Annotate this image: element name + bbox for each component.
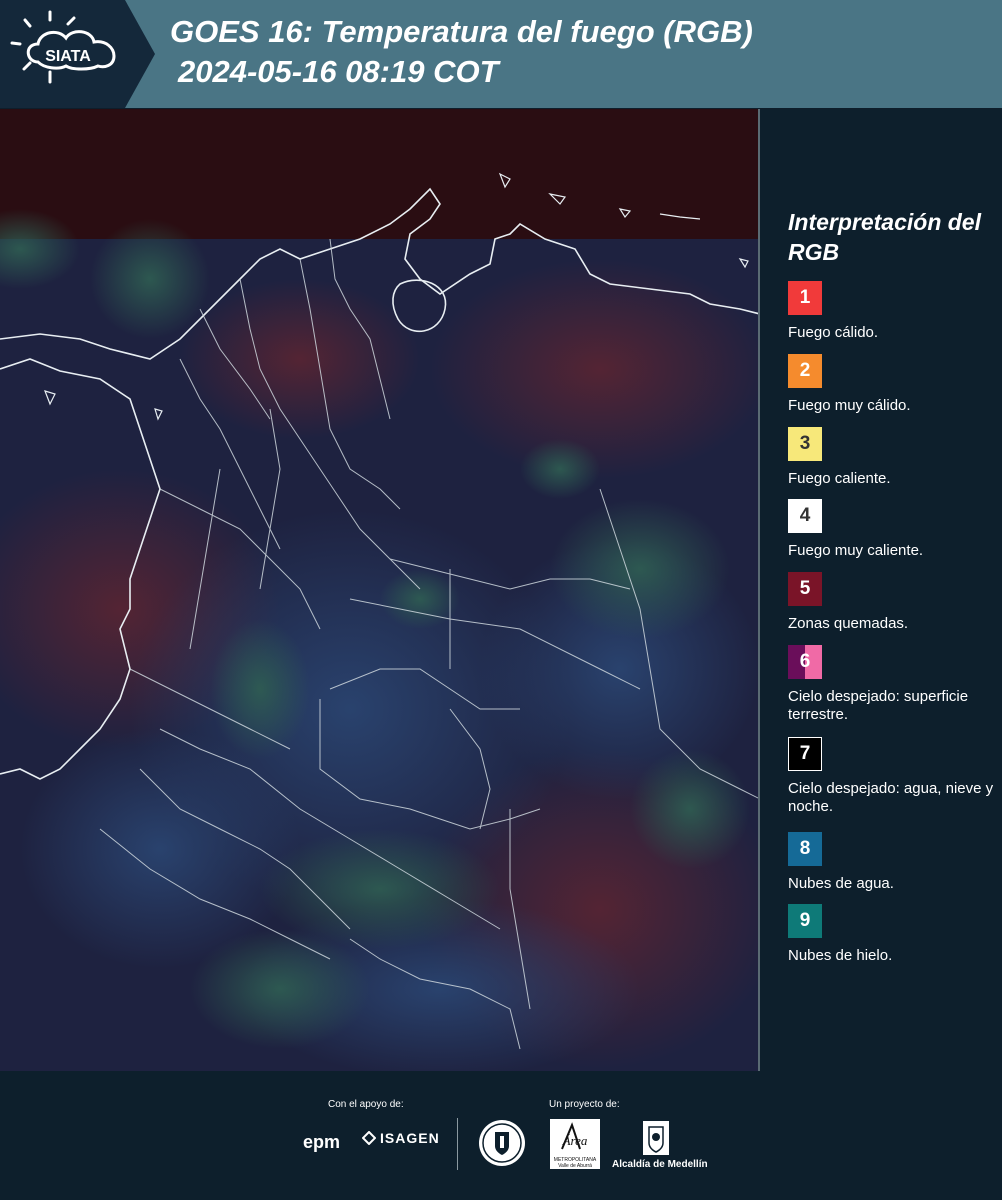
legend-label-9: Nubes de hielo.	[788, 947, 893, 964]
legend-label-1: Fuego cálido.	[788, 324, 879, 341]
legend-item-6: 6 Cielo despejado: superficie terrestre.	[788, 645, 998, 724]
legend-item-2: 2 Fuego muy cálido.	[788, 354, 998, 415]
footer: Con el apoyo de: Un proyecto de: epm ISA…	[0, 1071, 1002, 1200]
area-metropolitana-subtitle: METROPOLITANA Valle de Aburrá	[553, 1157, 597, 1169]
satellite-map[interactable]	[0, 109, 760, 1071]
project-label: Un proyecto de:	[549, 1099, 620, 1110]
header-bar: SIATA GOES 16: Temperatura del fuego (RG…	[0, 0, 1002, 108]
page-title: GOES 16: Temperatura del fuego (RGB)	[170, 14, 753, 49]
page-timestamp: 2024-05-16 08:19 COT	[178, 54, 499, 89]
footer-divider	[457, 1118, 458, 1170]
legend-swatch-8: 8	[788, 832, 822, 866]
legend-swatch-7: 7	[788, 737, 822, 771]
legend-item-1: 1 Fuego cálido.	[788, 281, 998, 342]
legend-item-3: 3 Fuego caliente.	[788, 427, 998, 488]
legend-label-6: Cielo despejado: superficie terrestre.	[788, 688, 969, 723]
siata-logo-text: SIATA	[45, 48, 91, 65]
antioquia-seal-icon	[479, 1120, 525, 1166]
legend-panel: Interpretación del RGB 1 Fuego cálido. 2…	[760, 109, 1002, 1071]
legend-label-3: Fuego caliente.	[788, 470, 891, 487]
legend-swatch-4: 4	[788, 499, 822, 533]
legend-item-4: 4 Fuego muy caliente.	[788, 499, 998, 560]
legend-swatch-2: 2	[788, 354, 822, 388]
legend-label-4: Fuego muy caliente.	[788, 542, 924, 559]
siata-logo: SIATA	[0, 0, 155, 108]
legend-item-8: 8 Nubes de agua.	[788, 832, 998, 893]
legend-title: Interpretación del RGB	[788, 209, 981, 265]
alcaldia-seal-icon	[643, 1121, 669, 1155]
legend-swatch-9: 9	[788, 904, 822, 938]
legend-swatch-1: 1	[788, 281, 822, 315]
epm-logo: epm	[303, 1132, 341, 1152]
alcaldia-medellin-text: Alcaldía de Medellín	[612, 1159, 708, 1170]
legend-label-5: Zonas quemadas.	[788, 615, 909, 632]
legend-item-5: 5 Zonas quemadas.	[788, 572, 998, 633]
support-label: Con el apoyo de:	[328, 1099, 404, 1110]
legend-label-7: Cielo despejado: agua, nieve y noche.	[788, 780, 994, 815]
area-metropolitana-mark-icon: Área	[561, 1122, 588, 1150]
legend-item-9: 9 Nubes de hielo.	[788, 904, 998, 965]
isagen-mark-icon	[362, 1131, 376, 1145]
legend-swatch-6: 6	[788, 645, 822, 679]
legend-swatch-5: 5	[788, 572, 822, 606]
legend-label-2: Fuego muy cálido.	[788, 397, 911, 414]
isagen-logo: ISAGEN	[362, 1130, 440, 1146]
legend-label-8: Nubes de agua.	[788, 875, 894, 892]
svg-text:Área: Área	[562, 1133, 588, 1148]
legend-swatch-3: 3	[788, 427, 822, 461]
legend-item-7: 7 Cielo despejado: agua, nieve y noche.	[788, 737, 998, 816]
